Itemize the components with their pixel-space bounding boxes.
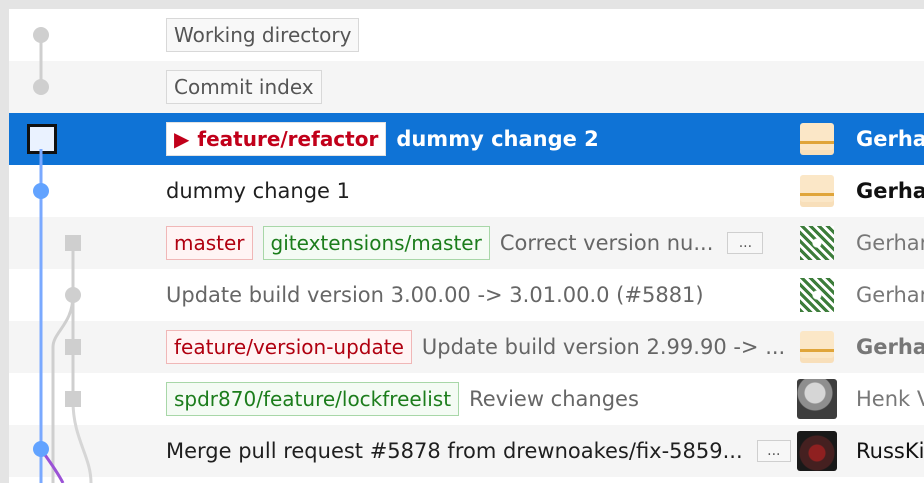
current-branch-label: feature/refactor (197, 127, 379, 151)
commit-message: dummy change 2 (396, 127, 599, 151)
message-cell: spdr870/feature/lockfreelist Review chan… (166, 373, 791, 425)
remote-branch-tag: gitextensions/master (262, 226, 490, 260)
author-name: Gerha (856, 179, 924, 203)
message-cell: Merge pull request #5878 from drewnoakes… (166, 425, 791, 477)
node-merge-pull-request (33, 441, 49, 457)
revision-grid[interactable]: Working directory Commit index ▶ feature… (9, 9, 924, 483)
author-name: RussKi (856, 439, 924, 463)
author-name: Gerhar (856, 283, 924, 307)
revision-grid-window: Working directory Commit index ▶ feature… (0, 0, 924, 483)
author-avatar (795, 379, 838, 419)
commit-message: Review changes (469, 387, 639, 411)
pattern-avatar-icon (799, 278, 834, 312)
author-name: Gerha (856, 127, 924, 151)
node-master (65, 235, 81, 251)
virtual-commit-label: Working directory (166, 18, 360, 52)
message-cell: master gitextensions/master Correct vers… (166, 217, 791, 269)
branch-tag-version-update: feature/version-update (166, 330, 412, 364)
commit-message: Merge pull request #5878 from drewnoakes… (166, 439, 743, 463)
commit-message: Update build version 2.99.90 -> ... (421, 335, 786, 359)
node-feature-version-update (65, 339, 81, 355)
node-update-build (65, 287, 81, 303)
graph-line-gray-merge (71, 400, 93, 483)
pattern-avatar-icon (799, 226, 834, 260)
message-cell: dummy change 1 (166, 165, 791, 217)
author-name: Gerha (856, 335, 924, 359)
commit-message: Correct version nu... (499, 231, 714, 255)
photo-avatar-icon (796, 379, 837, 419)
author-avatar (795, 431, 838, 471)
more-info-button[interactable]: ... (727, 232, 764, 254)
author-name: Gerhar (856, 231, 924, 255)
pixel-avatar-icon (799, 331, 834, 363)
author-avatar (795, 223, 838, 263)
author-avatar (795, 119, 838, 159)
commit-message: dummy change 1 (166, 179, 350, 203)
pixel-avatar-icon (799, 175, 834, 207)
left-border (0, 0, 9, 483)
commit-message: Update build version 3.00.00 -> 3.01.00.… (166, 283, 704, 307)
branch-tag-master: master (166, 226, 253, 260)
message-cell: Commit index (166, 61, 791, 113)
node-working-directory (33, 27, 49, 43)
message-cell: ▶ feature/refactor dummy change 2 (166, 113, 791, 165)
author-avatar (795, 275, 838, 315)
current-branch-arrow-icon: ▶ (174, 127, 190, 151)
message-cell: Working directory (166, 9, 791, 61)
message-cell: feature/version-update Update build vers… (166, 321, 791, 373)
author-avatar (795, 327, 838, 367)
top-border (0, 0, 924, 9)
red-photo-avatar-icon (796, 431, 837, 471)
commit-graph (33, 27, 93, 483)
author-avatar (795, 171, 838, 211)
pixel-avatar-icon (799, 123, 834, 155)
remote-branch-tag: spdr870/feature/lockfreelist (166, 382, 460, 416)
node-spdr870 (65, 391, 81, 407)
virtual-commit-label: Commit index (166, 70, 322, 104)
node-commit-index (33, 79, 49, 95)
graph-line-gray-branch (51, 245, 75, 483)
node-dummy-change-1 (33, 183, 49, 199)
more-info-button[interactable]: ... (756, 440, 791, 462)
message-cell: Update build version 3.00.00 -> 3.01.00.… (166, 269, 791, 321)
author-name: Henk V (856, 387, 924, 411)
current-branch-tag: ▶ feature/refactor (166, 122, 387, 156)
